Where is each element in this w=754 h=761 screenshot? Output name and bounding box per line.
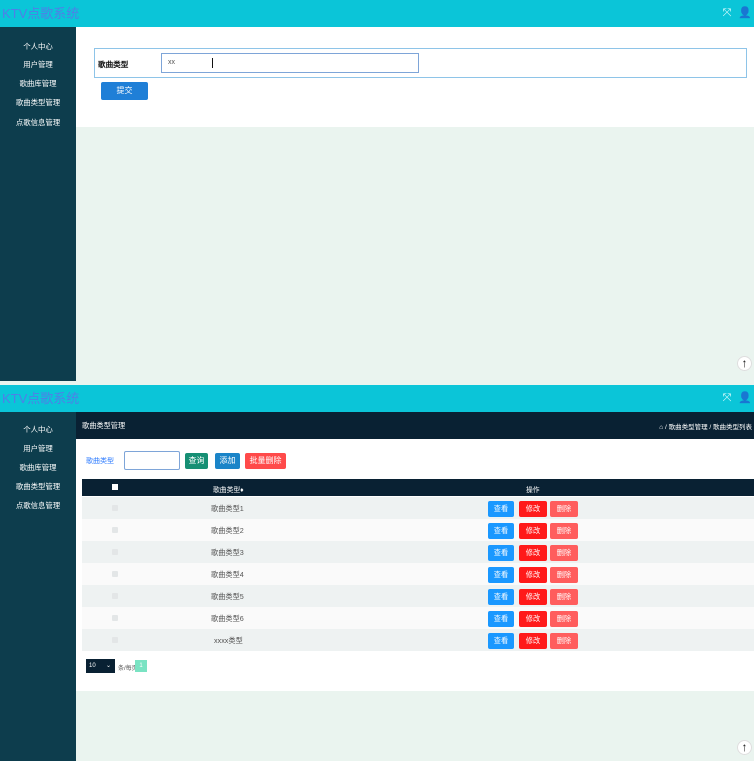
page-title: 歌曲类型管理 (82, 421, 126, 430)
edit-button[interactable]: 修改 (519, 567, 547, 583)
delete-button[interactable]: 删除 (550, 501, 578, 517)
song-type-cell: xxxx类型 (214, 636, 243, 645)
breadcrumb: ⌂ / 歌曲类型管理 / 歌曲类型列表 (659, 424, 752, 431)
song-type-input[interactable]: xx (161, 53, 419, 73)
page-size-select[interactable]: 10 ⌄ (86, 659, 115, 673)
row-checkbox[interactable] (112, 637, 118, 643)
delete-button[interactable]: 删除 (550, 611, 578, 627)
scroll-top-icon-bottom[interactable]: ↑ (737, 740, 752, 755)
song-type-form: 歌曲类型 xx (94, 48, 747, 78)
sidebar-item-request-info-bottom[interactable]: 点歌信息管理 (0, 500, 76, 512)
fullscreen-icon[interactable]: ⤧ (718, 4, 736, 22)
view-button[interactable]: 查看 (488, 567, 514, 583)
sidebar-item-song-types[interactable]: 歌曲类型管理 (0, 97, 76, 109)
delete-button[interactable]: 删除 (550, 589, 578, 605)
text-cursor (212, 58, 213, 68)
app-title-bottom: KTV点歌系统 (2, 391, 80, 406)
sidebar-bottom: 个人中心 用户管理 歌曲库管理 歌曲类型管理 点歌信息管理 (0, 412, 76, 761)
song-type-cell: 歌曲类型2 (211, 526, 244, 535)
view-button[interactable]: 查看 (488, 545, 514, 561)
edit-button[interactable]: 修改 (519, 611, 547, 627)
view-button[interactable]: 查看 (488, 589, 514, 605)
table-row: 歌曲类型4 查看 修改 删除 (82, 563, 754, 585)
edit-button[interactable]: 修改 (519, 501, 547, 517)
table-row: 歌曲类型3 查看 修改 删除 (82, 541, 754, 563)
row-checkbox[interactable] (112, 571, 118, 577)
delete-button[interactable]: 删除 (550, 567, 578, 583)
song-type-cell: 歌曲类型6 (211, 614, 244, 623)
song-type-cell: 歌曲类型3 (211, 548, 244, 557)
scroll-top-icon[interactable]: ↑ (737, 356, 752, 371)
row-checkbox[interactable] (112, 593, 118, 599)
submit-button[interactable]: 提交 (101, 82, 148, 100)
page-header: 歌曲类型管理 ⌂ / 歌曲类型管理 / 歌曲类型列表 (76, 412, 754, 439)
current-page[interactable]: 1 (135, 660, 147, 672)
fullscreen-icon-bottom[interactable]: ⤧ (718, 389, 736, 407)
sidebar-item-personal-center[interactable]: 个人中心 (0, 41, 76, 53)
table-row: 歌曲类型6 查看 修改 删除 (82, 607, 754, 629)
edit-button[interactable]: 修改 (519, 545, 547, 561)
song-type-cell: 歌曲类型1 (211, 504, 244, 513)
song-type-label: 歌曲类型 (98, 60, 129, 69)
select-all-checkbox[interactable] (112, 484, 118, 490)
table-row: 歌曲类型2 查看 修改 删除 (82, 519, 754, 541)
table-row: 歌曲类型1 查看 修改 删除 (82, 497, 754, 519)
table-header: 歌曲类型♦ 操作 (82, 479, 754, 496)
user-icon-bottom[interactable]: 👤 (736, 389, 754, 407)
query-button[interactable]: 查询 (185, 453, 208, 469)
user-icon[interactable]: 👤 (736, 4, 754, 22)
column-actions: 操作 (526, 487, 540, 494)
row-checkbox[interactable] (112, 527, 118, 533)
row-checkbox[interactable] (112, 615, 118, 621)
column-song-type: 歌曲类型♦ (213, 487, 244, 494)
edit-button[interactable]: 修改 (519, 523, 547, 539)
search-input[interactable] (124, 451, 180, 470)
batch-delete-button[interactable]: 批量删除 (245, 453, 286, 469)
edit-button[interactable]: 修改 (519, 589, 547, 605)
add-button[interactable]: 添加 (215, 453, 240, 469)
sidebar-item-users-bottom[interactable]: 用户管理 (0, 443, 76, 455)
row-checkbox[interactable] (112, 549, 118, 555)
view-button[interactable]: 查看 (488, 523, 514, 539)
delete-button[interactable]: 删除 (550, 633, 578, 649)
delete-button[interactable]: 删除 (550, 523, 578, 539)
song-type-cell: 歌曲类型4 (211, 570, 244, 579)
sidebar-item-song-library-bottom[interactable]: 歌曲库管理 (0, 462, 76, 474)
view-button[interactable]: 查看 (488, 633, 514, 649)
sidebar-item-song-library[interactable]: 歌曲库管理 (0, 78, 76, 90)
sidebar-item-song-types-bottom[interactable]: 歌曲类型管理 (0, 481, 76, 493)
delete-button[interactable]: 删除 (550, 545, 578, 561)
sidebar-item-personal-center-bottom[interactable]: 个人中心 (0, 424, 76, 436)
search-label: 歌曲类型 (86, 458, 114, 465)
sidebar-item-request-info[interactable]: 点歌信息管理 (0, 117, 76, 129)
edit-button[interactable]: 修改 (519, 633, 547, 649)
view-button[interactable]: 查看 (488, 611, 514, 627)
song-type-cell: 歌曲类型5 (211, 592, 244, 601)
table-row: xxxx类型 查看 修改 删除 (82, 629, 754, 651)
table-row: 歌曲类型5 查看 修改 删除 (82, 585, 754, 607)
view-button[interactable]: 查看 (488, 501, 514, 517)
row-checkbox[interactable] (112, 505, 118, 511)
sidebar-item-users[interactable]: 用户管理 (0, 59, 76, 71)
sidebar: 个人中心 用户管理 歌曲库管理 歌曲类型管理 点歌信息管理 (0, 27, 76, 381)
app-title: KTV点歌系统 (2, 6, 80, 21)
